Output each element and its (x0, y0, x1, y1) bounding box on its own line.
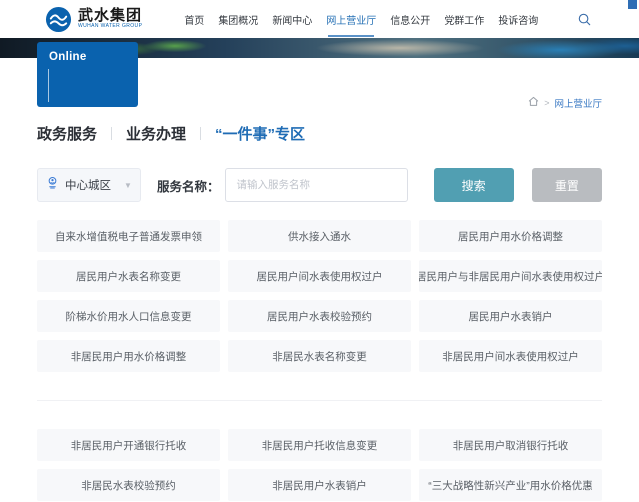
service-item[interactable]: 居民用户水表名称变更 (37, 260, 220, 292)
service-item[interactable]: 居民用户间水表使用权过户 (228, 260, 411, 292)
service-item[interactable]: 非居民水表名称变更 (228, 340, 411, 372)
service-item[interactable]: “三大战略性新兴产业”用水价格优惠 (419, 469, 602, 501)
nav-item-online-hall[interactable]: 网上营业厅 (326, 12, 376, 37)
logo-title: 武水集团 (78, 7, 143, 24)
online-banner-box: Online (37, 42, 138, 107)
search-bar: 中心城区 ▼ 服务名称： 搜索 重置 (37, 168, 602, 202)
service-item[interactable]: 居民用户水表校验预约 (228, 300, 411, 332)
logo[interactable]: 武水集团 WUHAN WATER GROUP (45, 6, 142, 33)
service-item[interactable]: 非居民用户托收信息变更 (228, 429, 411, 461)
service-item[interactable]: 非居民用户用水价格调整 (37, 340, 220, 372)
service-name-label: 服务名称： (156, 179, 220, 194)
nav-item-group-overview[interactable]: 集团概况 (218, 12, 258, 27)
service-item[interactable]: 供水接入通水 (228, 220, 411, 252)
main-nav: 首页 集团概况 新闻中心 网上营业厅 信息公开 党群工作 投诉咨询 (184, 12, 538, 37)
section-tabs: 政务服务 业务办理 “一件事”专区 (37, 122, 602, 144)
service-item[interactable]: 非居民用户间水表使用权过户 (419, 340, 602, 372)
online-box-divider (48, 69, 49, 102)
services-grid-2: 非居民用户开通银行托收 非居民用户托收信息变更 非居民用户取消银行托收非居民水表校验… (37, 429, 602, 501)
banner-image: Online (0, 38, 639, 107)
chevron-down-icon: ▼ (124, 180, 132, 190)
nav-item-home[interactable]: 首页 (184, 12, 204, 27)
service-item[interactable]: 非居民用户水表销户 (228, 469, 411, 501)
service-item[interactable]: 非居民水表校验预约 (37, 469, 220, 501)
nav-item-info-disclosure[interactable]: 信息公开 (390, 12, 430, 27)
section-divider (37, 400, 602, 401)
service-item[interactable]: 非居民用户取消银行托收 (419, 429, 602, 461)
logo-subtitle: WUHAN WATER GROUP (78, 23, 143, 29)
services-grid-1: 自来水增值税电子普通发票申领 供水接入通水 居民用户用水价格调整居民用户水表名称变更… (37, 220, 602, 372)
district-select[interactable]: 中心城区 ▼ (37, 168, 141, 202)
nav-item-news-center[interactable]: 新闻中心 (272, 12, 312, 27)
service-item[interactable]: 自来水增值税电子普通发票申领 (37, 220, 220, 252)
tab-separator (200, 126, 202, 140)
page: 武水集团 WUHAN WATER GROUP 首页 集团概况 新闻中心 网上营业… (0, 0, 639, 502)
search-button[interactable]: 搜索 (433, 168, 514, 202)
home-icon[interactable] (528, 96, 539, 110)
wave-logo-icon (45, 6, 72, 33)
service-item[interactable]: 非居民用户开通银行托收 (37, 429, 220, 461)
breadcrumb-separator: > (544, 98, 550, 108)
tab-one-thing-zone[interactable]: “一件事”专区 (215, 123, 305, 144)
district-selected-value: 中心城区 (65, 180, 111, 192)
search-icon[interactable] (578, 13, 591, 26)
service-item[interactable]: 居民用户与非居民用户间水表使用权过户 (419, 260, 602, 292)
service-item[interactable]: 居民用户用水价格调整 (419, 220, 602, 252)
main-content: > 网上营业厅 政务服务 业务办理 “一件事”专区 中心城区 ▼ 服务名称： 请… (0, 96, 639, 501)
reset-button[interactable]: 重置 (531, 168, 602, 202)
tab-government-services[interactable]: 政务服务 (37, 123, 97, 144)
service-item[interactable]: 居民用户水表销户 (419, 300, 602, 332)
service-name-input[interactable] (225, 168, 408, 202)
nav-item-complaints[interactable]: 投诉咨询 (498, 12, 538, 27)
tab-separator (111, 126, 113, 140)
breadcrumb-current[interactable]: 网上营业厅 (554, 96, 602, 110)
corner-accent (628, 0, 637, 9)
online-label: Online (49, 51, 87, 63)
location-icon (46, 176, 59, 194)
tab-business-handling[interactable]: 业务办理 (126, 123, 186, 144)
nav-item-party-work[interactable]: 党群工作 (444, 12, 484, 27)
service-item[interactable]: 阶梯水价用水人口信息变更 (37, 300, 220, 332)
site-header: 武水集团 WUHAN WATER GROUP 首页 集团概况 新闻中心 网上营业… (0, 0, 639, 38)
